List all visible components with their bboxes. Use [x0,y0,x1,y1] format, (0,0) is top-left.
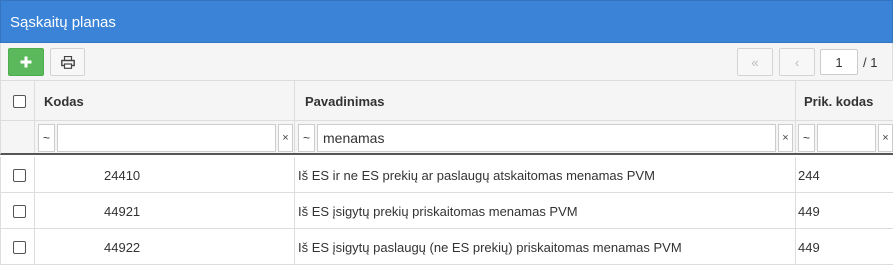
column-divider [34,121,35,153]
name-filter-operator[interactable]: ~ [298,124,315,152]
column-divider [294,121,295,153]
column-header-name[interactable]: Pavadinimas [305,94,385,109]
page-total: / 1 [863,55,878,70]
add-button[interactable] [8,48,44,76]
column-header-code[interactable]: Kodas [44,94,84,109]
panel-title: Sąskaitų planas [10,14,116,31]
code-filter-operator[interactable]: ~ [38,124,55,152]
filter-row: ~ × ~ × ~ × [0,121,893,155]
column-divider [34,229,35,264]
page-number-input[interactable] [820,49,858,75]
print-button[interactable] [50,48,85,76]
toolbar: « ‹ / 1 [0,43,893,81]
column-divider [795,121,796,153]
column-divider [795,157,796,192]
previous-page-button[interactable]: ‹ [779,48,815,76]
column-divider [294,229,295,264]
column-divider [294,81,295,120]
code-filter-input[interactable] [57,124,276,152]
column-divider [795,81,796,120]
plus-icon [20,56,32,68]
table-header-row: Kodas Pavadinimas Prik. kodas [0,81,893,121]
printer-icon [60,55,75,69]
row-prik-code: 449 [798,204,820,219]
column-divider [34,157,35,192]
name-filter-clear-button[interactable]: × [778,124,793,152]
row-name: Iš ES įsigytų paslaugų (ne ES prekių) pr… [298,240,682,255]
row-checkbox[interactable] [13,241,26,254]
row-name: Iš ES ir ne ES prekių ar paslaugų atskai… [298,168,655,183]
accounts-plan-panel: Sąskaitų planas « ‹ / 1 Kodas Pavadinima… [0,0,893,266]
panel-title-bar: Sąskaitų planas [0,0,893,43]
row-code: 44921 [104,204,141,219]
name-filter-input[interactable] [317,124,776,152]
prik-code-filter-input[interactable] [817,124,876,152]
column-divider [294,157,295,192]
row-checkbox[interactable] [13,169,26,182]
row-prik-code: 449 [798,240,820,255]
prik-code-filter-operator[interactable]: ~ [798,124,815,152]
code-filter-clear-button[interactable]: × [278,124,293,152]
column-divider [294,193,295,228]
first-page-button[interactable]: « [737,48,773,76]
row-prik-code: 244 [798,168,820,183]
row-checkbox[interactable] [13,205,26,218]
column-divider [34,193,35,228]
table-row[interactable]: 24410 Iš ES ir ne ES prekių ar paslaugų … [0,157,893,193]
column-divider [795,193,796,228]
select-all-checkbox[interactable] [13,95,26,108]
row-code: 44922 [104,240,141,255]
column-divider [34,81,35,120]
column-divider [795,229,796,264]
prik-code-filter-clear-button[interactable]: × [878,124,893,152]
row-name: Iš ES įsigytų prekių priskaitomas menama… [298,204,578,219]
row-code: 24410 [104,168,141,183]
column-header-prik-code[interactable]: Prik. kodas [804,94,873,109]
table-row[interactable]: 44921 Iš ES įsigytų prekių priskaitomas … [0,193,893,229]
table-row[interactable]: 44922 Iš ES įsigytų paslaugų (ne ES prek… [0,229,893,265]
